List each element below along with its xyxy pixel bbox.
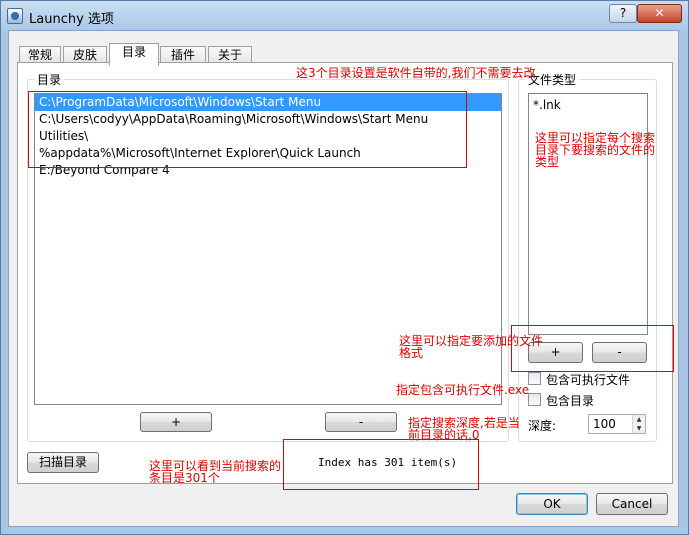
spin-down-icon[interactable]: ▼ — [633, 424, 645, 433]
annotation-depth: 指定搜索深度,若是当前目录的话,0 — [408, 416, 520, 442]
title-bar[interactable]: Launchy 选项 ? ✕ — [1, 1, 688, 31]
annotation-filetypes: 这里可以指定每个搜索目录下要搜索的文件的类型 — [535, 131, 656, 169]
cancel-button[interactable]: Cancel — [596, 493, 668, 515]
help-button[interactable]: ? — [609, 4, 637, 23]
depth-value[interactable]: 100 — [593, 417, 616, 431]
include-executables-label: 包含可执行文件 — [546, 373, 631, 387]
checkbox-box[interactable] — [528, 372, 541, 385]
directories-highlight-box — [28, 91, 467, 168]
index-status-text: Index has 301 item(s) — [318, 456, 458, 469]
tab-catalog[interactable]: 目录 — [109, 43, 159, 66]
annotation-executables: 指定包含可执行文件.exe — [396, 383, 530, 397]
spin-up-icon[interactable]: ▲ — [633, 415, 645, 424]
include-directories-label: 包含目录 — [546, 394, 595, 408]
scan-catalog-button[interactable]: 扫描目录 — [27, 452, 99, 473]
add-directory-button[interactable]: + — [140, 412, 212, 432]
depth-label: 深度: — [528, 419, 557, 433]
depth-spinbox[interactable]: 100 ▲ ▼ — [588, 414, 646, 434]
directories-group-label: 目录 — [34, 71, 65, 88]
list-item[interactable]: *.lnk — [529, 94, 647, 116]
checkbox-box[interactable] — [528, 393, 541, 406]
annotation-add-format: 这里可以指定要添加的文件格式 — [399, 334, 544, 360]
launchy-app-icon — [7, 8, 23, 24]
depth-spin-arrows[interactable]: ▲ ▼ — [632, 415, 645, 433]
annotation-directories: 这3个目录设置是软件自带的,我们不需要去改 — [296, 66, 536, 80]
ok-button[interactable]: OK — [516, 493, 588, 515]
remove-directory-button[interactable]: - — [325, 412, 397, 432]
annotation-count: 这里可以看到当前搜索的条目是301个 — [149, 459, 282, 485]
window-title: Launchy 选项 — [29, 12, 114, 27]
close-button[interactable]: ✕ — [637, 4, 682, 23]
filetype-list[interactable]: *.lnk — [528, 93, 648, 335]
